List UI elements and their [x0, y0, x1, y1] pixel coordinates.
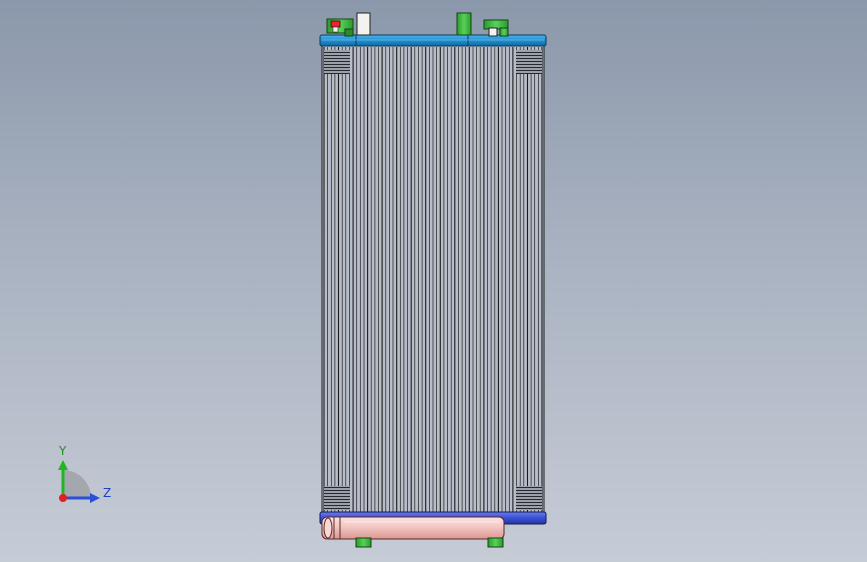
- top-header-tank[interactable]: [319, 34, 547, 47]
- fin-patch-top-right: [516, 50, 542, 74]
- mounting-bracket-right[interactable]: [487, 537, 504, 548]
- receiver-drier-canister[interactable]: [321, 516, 505, 540]
- radiator-core[interactable]: [321, 45, 545, 515]
- inlet-port-block[interactable]: [456, 12, 472, 36]
- fin-patch-bottom-left: [324, 486, 350, 510]
- pressure-switch-fitting[interactable]: [326, 18, 354, 37]
- z-axis-label: Z: [103, 486, 111, 500]
- triad-quadrant: [63, 470, 91, 498]
- z-axis-arrow: [90, 493, 100, 503]
- core-tubes: [323, 47, 543, 513]
- model-scene[interactable]: Y Z: [0, 0, 867, 562]
- mounting-bracket-left[interactable]: [355, 537, 372, 548]
- outlet-pipe-fitting[interactable]: [483, 19, 509, 37]
- y-axis-label: Y: [58, 444, 67, 458]
- fin-patch-top-left: [324, 50, 350, 74]
- graphics-viewport[interactable]: Y Z: [0, 0, 867, 562]
- x-axis-dot: [59, 494, 67, 502]
- view-triad[interactable]: Y Z: [58, 444, 111, 503]
- y-axis-arrow: [58, 460, 68, 470]
- sensor-block[interactable]: [356, 12, 371, 36]
- fin-patch-bottom-right: [516, 486, 542, 510]
